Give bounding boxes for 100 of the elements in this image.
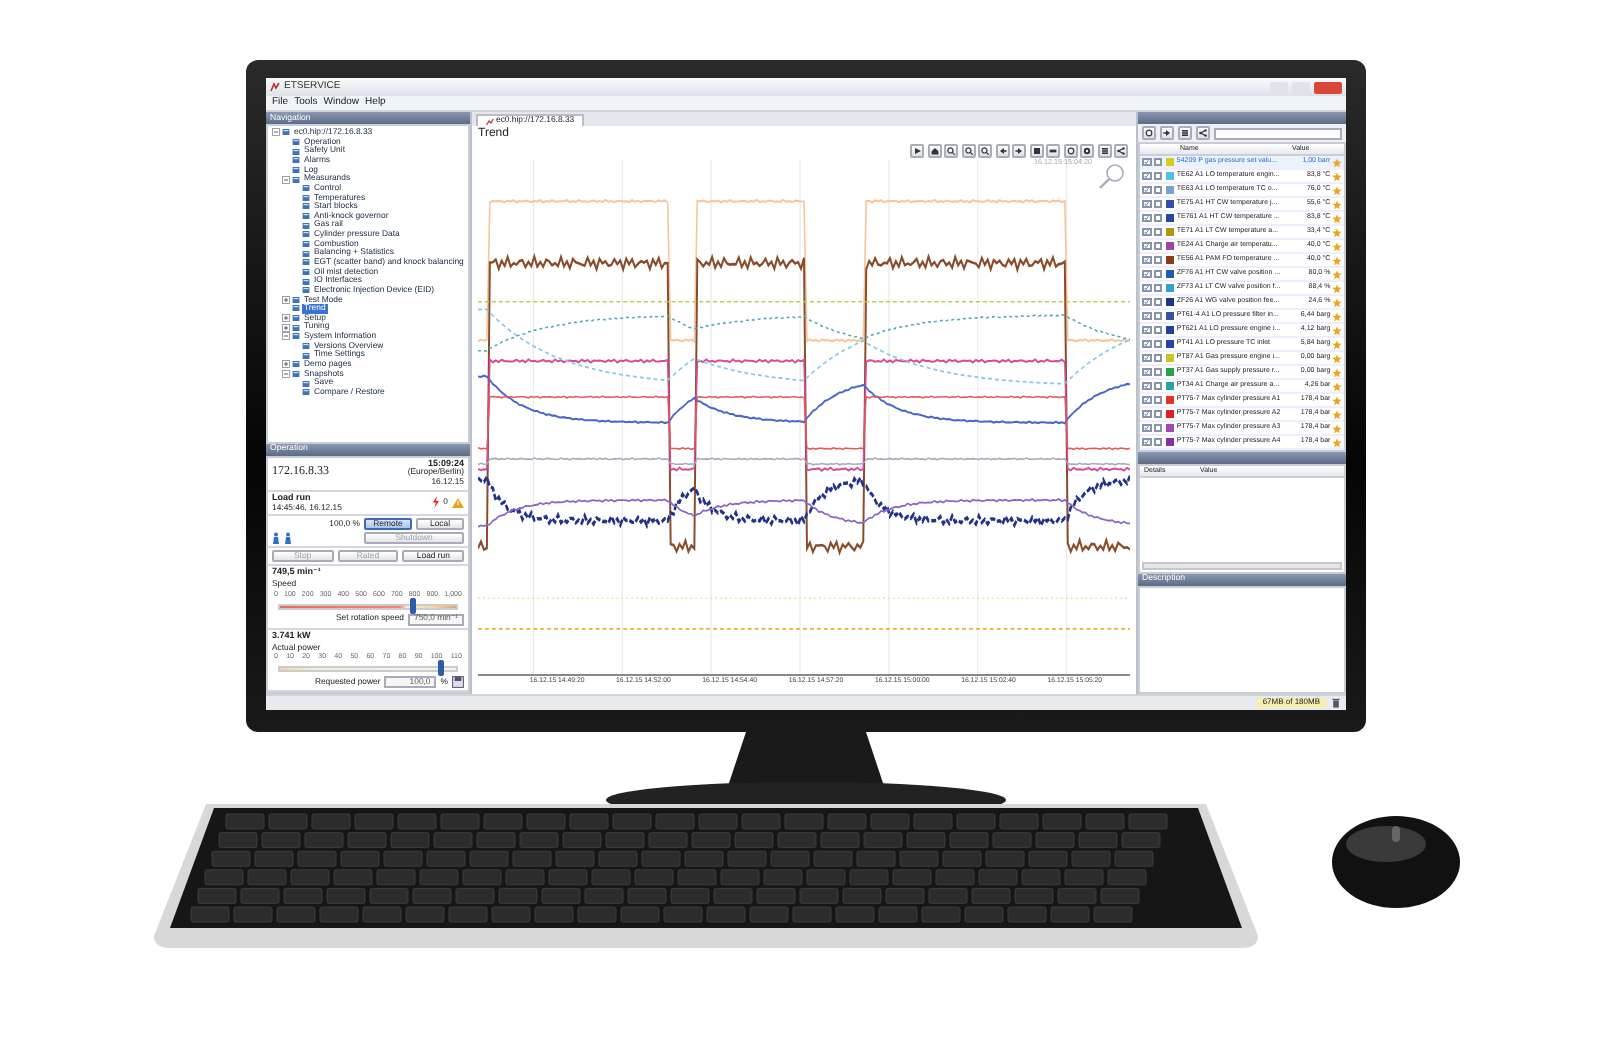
close-button[interactable] [1314,81,1342,93]
checkbox[interactable] [1153,171,1163,181]
checkbox[interactable] [1142,353,1151,363]
toolbar-button[interactable] [1046,143,1060,158]
checkbox[interactable] [1142,255,1151,265]
ring-icon [1065,145,1075,156]
checkbox[interactable] [1153,409,1163,419]
checkbox[interactable] [1153,283,1163,293]
filter-field[interactable] [1214,127,1342,139]
play-icon [912,145,922,156]
checkbox[interactable] [1153,325,1163,335]
checkbox[interactable] [1153,339,1163,349]
share-icon [1198,128,1208,138]
toolbar-button[interactable] [1178,126,1192,140]
star-icon [1332,241,1342,251]
checkbox[interactable] [1153,227,1163,237]
magnifier-icon [946,145,956,156]
checkbox[interactable] [1153,311,1163,321]
checkbox[interactable] [1153,241,1163,251]
expand-icon[interactable] [282,314,290,323]
arrow-left-icon [997,145,1007,156]
checkbox[interactable] [1153,185,1163,195]
home-icon [929,145,939,156]
lightning-icon [431,496,440,509]
checkbox[interactable] [1153,269,1163,279]
star-icon [1332,311,1342,321]
toolbar-button[interactable] [927,143,941,158]
collapse-icon[interactable] [272,128,280,137]
grid-icon [1099,145,1109,156]
checkbox[interactable] [1142,311,1151,321]
checkbox[interactable] [1142,339,1151,349]
checkbox[interactable] [1142,185,1151,195]
checkbox[interactable] [1142,409,1151,419]
checkbox[interactable] [1153,423,1163,433]
arrow-right-icon [1162,128,1172,138]
collapse-icon[interactable] [282,175,290,184]
checkbox[interactable] [1142,325,1151,335]
checkbox[interactable] [1142,367,1151,377]
checkbox[interactable] [1142,297,1151,307]
toolbar-button[interactable] [978,143,992,158]
toolbar-button[interactable] [1196,126,1210,140]
arrow-right-icon [1014,145,1024,156]
checkbox[interactable] [1153,353,1163,363]
checkbox[interactable] [1153,381,1163,391]
expand-icon[interactable] [282,295,290,304]
star-icon [1332,283,1342,293]
checkbox[interactable] [1142,395,1151,405]
slider-thumb[interactable] [410,597,416,614]
star-icon [1332,297,1342,307]
toolbar-button[interactable] [1029,143,1043,158]
checkbox[interactable] [1142,283,1151,293]
checkbox[interactable] [1142,199,1151,209]
checkbox[interactable] [1153,437,1163,447]
save-icon[interactable] [452,676,464,688]
checkbox[interactable] [1153,367,1163,377]
checkbox[interactable] [1142,241,1151,251]
checkbox[interactable] [1153,213,1163,223]
slider-thumb[interactable] [438,660,445,676]
checkbox[interactable] [1142,227,1151,237]
toolbar-button[interactable] [961,143,975,158]
share-icon [1116,145,1126,156]
star-icon [1332,437,1342,447]
trash-icon [1332,698,1340,708]
checkbox[interactable] [1153,199,1163,209]
checkbox[interactable] [1142,381,1151,391]
toolbar-button[interactable] [995,143,1009,158]
star-icon [1332,227,1342,237]
toolbar-button[interactable] [1142,126,1156,140]
star-icon [1332,409,1342,419]
collapse-icon[interactable] [282,369,290,378]
chart-icon [486,117,494,125]
expand-icon[interactable] [282,360,290,369]
checkbox[interactable] [1142,269,1151,279]
collapse-icon[interactable] [282,332,290,341]
checkbox[interactable] [1153,157,1163,167]
star-icon [1332,199,1342,209]
checkbox[interactable] [1153,255,1163,265]
checkbox[interactable] [1153,395,1163,405]
checkbox[interactable] [1142,423,1151,433]
magnifier-icon [1098,161,1126,190]
toolbar-button[interactable] [910,143,924,158]
ring-icon [1144,128,1154,138]
checkbox[interactable] [1142,437,1151,447]
toolbar-button[interactable] [1063,143,1077,158]
toolbar-button[interactable] [1097,143,1111,158]
expand-icon[interactable] [282,323,290,332]
grid-icon [1180,128,1190,138]
toolbar-button[interactable] [1160,126,1174,140]
checkbox[interactable] [1153,297,1163,307]
checkbox[interactable] [1142,171,1151,181]
star-icon [1332,185,1342,195]
toolbar-button[interactable] [1114,143,1128,158]
toolbar-button[interactable] [1012,143,1026,158]
star-icon [1332,325,1342,335]
app-icon [270,82,280,92]
checkbox[interactable] [1142,157,1151,167]
magnifier-icon [980,145,990,156]
checkbox[interactable] [1142,213,1151,223]
toolbar-button[interactable] [944,143,958,158]
person-icon [284,532,292,545]
